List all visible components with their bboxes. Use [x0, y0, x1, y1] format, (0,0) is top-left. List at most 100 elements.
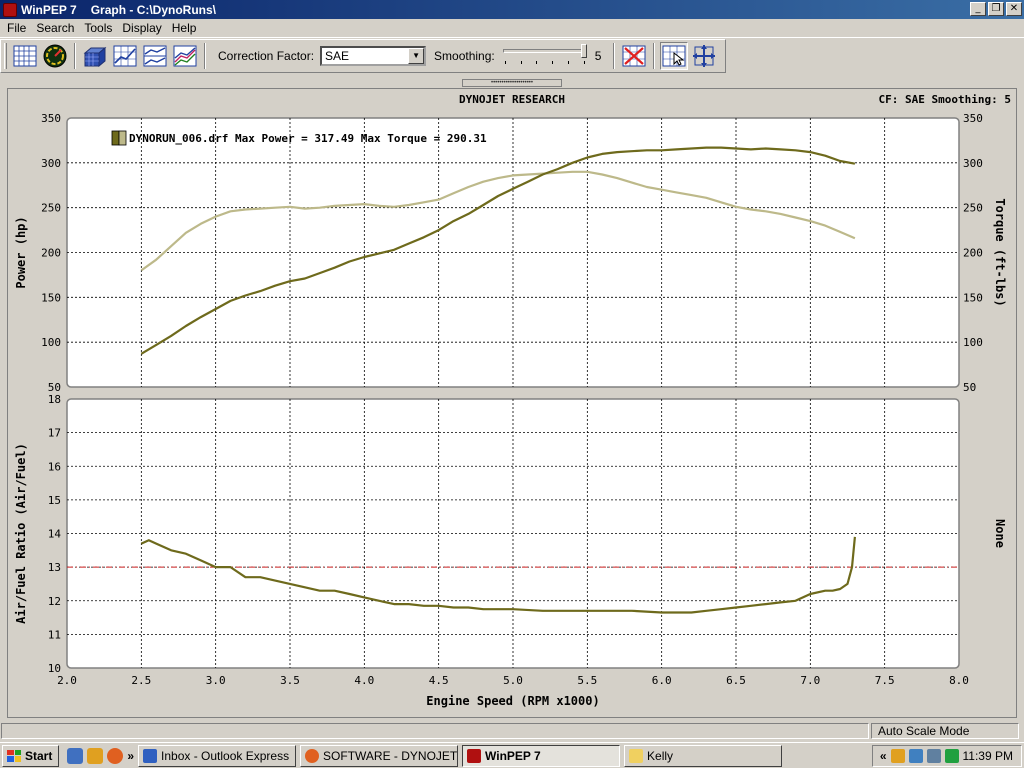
restore-button[interactable]: ❐ — [988, 2, 1004, 16]
folder-icon — [629, 748, 644, 763]
menu-display[interactable]: Display — [117, 21, 166, 35]
rpm-tick-label: 2.5 — [131, 674, 151, 687]
power-tick-label: 150 — [41, 291, 61, 304]
firefox-icon[interactable] — [107, 747, 124, 764]
menu-search[interactable]: Search — [31, 21, 79, 35]
torque-tick-label: 300 — [963, 157, 983, 170]
smoothing-label: Smoothing: — [434, 49, 495, 63]
stacked-graph-icon — [143, 45, 167, 67]
torque-tick-label: 200 — [963, 247, 983, 260]
gauge-icon — [43, 44, 67, 68]
line-graph-icon — [113, 45, 137, 67]
toolbar-grip[interactable] — [4, 43, 7, 69]
torque-tick-label: 150 — [963, 291, 983, 304]
afr-tick-label: 16 — [48, 460, 61, 473]
rpm-tick-label: 3.5 — [280, 674, 300, 687]
ie-icon[interactable] — [67, 747, 84, 764]
winpep-app-icon — [467, 748, 482, 763]
start-button[interactable]: Start — [2, 744, 60, 767]
aim-tray-icon[interactable] — [890, 749, 905, 763]
power-tick-label: 350 — [41, 112, 61, 125]
torque-axis-label: Torque (ft-lbs) — [993, 198, 1007, 306]
cursor-mode-button[interactable] — [660, 42, 689, 70]
torque-tick-label: 350 — [963, 112, 983, 125]
grid-view-button[interactable] — [11, 42, 39, 70]
menu-help[interactable]: Help — [167, 21, 202, 35]
afr-axis-label: Air/Fuel Ratio (Air/Fuel) — [14, 443, 28, 624]
rpm-tick-label: 6.5 — [726, 674, 746, 687]
pan-zoom-button[interactable] — [690, 42, 718, 70]
smoothing-slider[interactable] — [501, 44, 589, 68]
window-title: Graph - C:\DynoRuns\ — [90, 2, 217, 17]
task-kelly[interactable]: Kelly — [624, 744, 783, 767]
system-tray: « 11:39 PM — [872, 745, 1022, 767]
smoothing-value: 5 — [594, 49, 602, 63]
single-run-graph-button[interactable] — [111, 42, 139, 70]
start-label: Start — [25, 748, 53, 763]
rpm-axis-label: Engine Speed (RPM x1000) — [426, 694, 599, 708]
chevron-down-icon[interactable]: ▼ — [408, 48, 425, 64]
3d-graph-button[interactable] — [81, 42, 109, 70]
legend-swatch-power — [111, 130, 120, 146]
menu-file[interactable]: File — [2, 21, 31, 35]
cursor-graph-icon — [662, 45, 686, 67]
chevron-left-icon[interactable]: « — [880, 749, 887, 763]
graph-header: DYNOJET RESEARCH — [459, 93, 565, 106]
rpm-tick-label: 3.0 — [206, 674, 226, 687]
grid-icon — [13, 45, 37, 67]
rpm-tick-label: 7.5 — [875, 674, 895, 687]
rpm-tick-label: 4.5 — [429, 674, 449, 687]
chevron-right-icon[interactable]: » — [127, 749, 134, 763]
aim-icon[interactable] — [87, 747, 104, 764]
task-winpep[interactable]: WinPEP 7 — [462, 744, 621, 767]
correction-factor-select[interactable]: SAE ▼ — [320, 46, 427, 66]
torque-tick-label: 100 — [963, 336, 983, 349]
menu-tools[interactable]: Tools — [79, 21, 117, 35]
clock: 11:39 PM — [962, 749, 1013, 763]
gauge-button[interactable] — [41, 42, 69, 70]
stacked-graph-button[interactable] — [141, 42, 169, 70]
wireless-icon[interactable] — [944, 749, 959, 763]
correction-factor-label: Correction Factor: — [218, 49, 315, 63]
torque-tick-label: 250 — [963, 202, 983, 215]
title-bar[interactable]: WinPEP 7 Graph - C:\DynoRuns\ _ ❐ ✕ — [0, 0, 1024, 19]
rpm-tick-label: 2.0 — [57, 674, 77, 687]
firefox-icon — [305, 748, 320, 763]
display-icon[interactable] — [926, 749, 941, 763]
task-software-dynojet[interactable]: SOFTWARE - DYNOJET.... — [300, 744, 459, 767]
3d-graph-icon — [83, 46, 107, 67]
rpm-tick-label: 6.0 — [652, 674, 672, 687]
rpm-tick-label: 5.5 — [577, 674, 597, 687]
panel-splitter-handle[interactable]: •••••••••••••••••••• — [462, 79, 562, 87]
torque-tick-label: 50 — [963, 381, 976, 394]
multi-line-graph-icon — [173, 45, 197, 67]
clear-grid-button[interactable] — [620, 42, 648, 70]
network-icon[interactable] — [908, 749, 923, 763]
taskbar: Start » Inbox - Outlook Express SOFTWARE… — [0, 742, 1024, 768]
task-label: WinPEP 7 — [485, 748, 541, 763]
rpm-tick-label: 5.0 — [503, 674, 523, 687]
rpm-tick-label: 8.0 — [949, 674, 969, 687]
close-button[interactable]: ✕ — [1006, 2, 1022, 16]
afr-right-axis-label: None — [993, 519, 1007, 548]
task-outlook-express[interactable]: Inbox - Outlook Express — [138, 744, 297, 767]
graph-cf-info: CF: SAE Smoothing: 5 — [879, 93, 1011, 106]
minimize-button[interactable]: _ — [970, 2, 986, 16]
multi-run-graph-button[interactable] — [171, 42, 199, 70]
status-pane-main — [1, 723, 869, 739]
outlook-express-icon — [143, 748, 158, 763]
legend-run-info: DYNORUN_006.drf Max Power = 317.49 Max T… — [129, 132, 487, 145]
no-grid-icon — [622, 45, 646, 67]
power-tick-label: 250 — [41, 202, 61, 215]
rpm-tick-label: 7.0 — [800, 674, 820, 687]
afr-tick-label: 14 — [48, 528, 62, 541]
dyno-graph: DYNOJET RESEARCH CF: SAE Smoothing: 550 50… — [14, 93, 1011, 708]
windows-flag-icon — [7, 749, 21, 762]
power-tick-label: 300 — [41, 157, 61, 170]
graph-panel: DYNOJET RESEARCH CF: SAE Smoothing: 5 50 50… — [7, 88, 1017, 718]
afr-tick-label: 12 — [48, 595, 61, 608]
smoothing-slider-thumb[interactable] — [580, 44, 587, 58]
status-mode: Auto Scale Mode — [871, 723, 1019, 739]
winpep-app-icon[interactable] — [3, 2, 17, 17]
toolbar: Correction Factor: SAE ▼ Smoothing: 5 — [0, 39, 726, 73]
